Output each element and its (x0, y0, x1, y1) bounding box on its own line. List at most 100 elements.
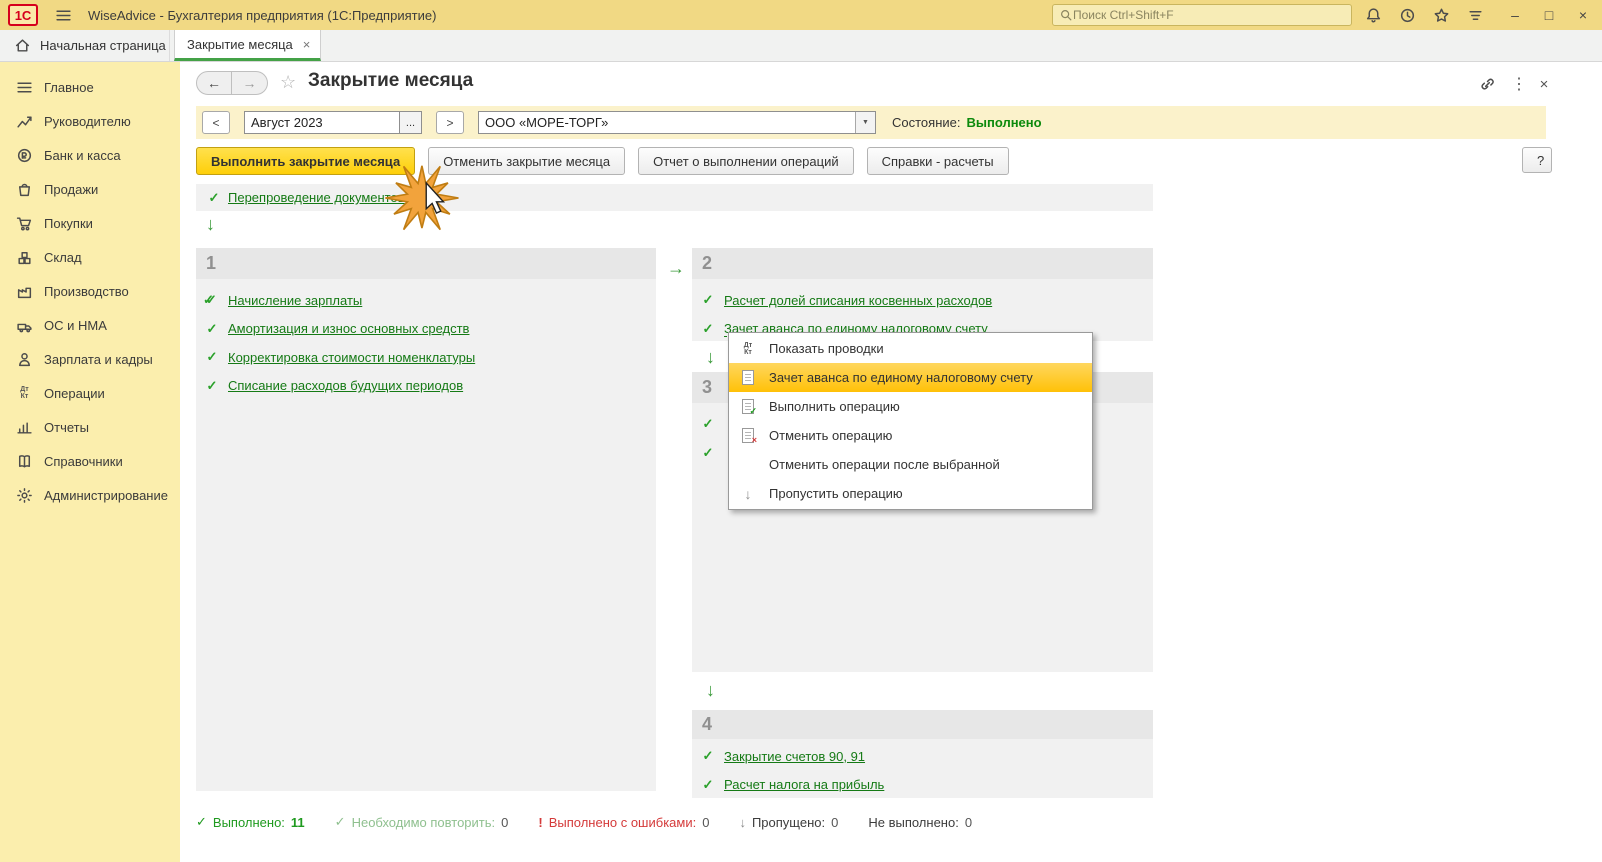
app-title: WiseAdvice - Бухгалтерия предприятия (1С… (88, 7, 437, 23)
menu-item-show-postings[interactable]: Дт Кт Показать проводки (729, 334, 1092, 363)
period-input[interactable] (244, 111, 400, 134)
period-picker-button[interactable]: ... (400, 111, 422, 134)
history-button[interactable] (1394, 3, 1420, 27)
operations-report-button[interactable]: Отчет о выполнении операций (638, 147, 854, 175)
document-icon (736, 370, 760, 385)
main-menu-icon[interactable] (52, 4, 74, 26)
sidebar-item-label: ОС и НМА (44, 317, 107, 333)
sidebar-item-hr[interactable]: Зарплата и кадры (0, 342, 180, 376)
sidebar-item-label: Покупки (44, 215, 93, 231)
operation-link[interactable]: Расчет налога на прибыль (724, 777, 884, 792)
bag-icon (18, 183, 31, 196)
operation-row: ✓ Амортизация и износ основных средств (196, 315, 656, 344)
sidebar-item-label: Главное (44, 79, 94, 95)
sidebar-item-label: Справочники (44, 453, 123, 469)
bar-chart-icon (17, 422, 32, 434)
help-button[interactable]: ? (1522, 147, 1552, 173)
operation-link[interactable]: Амортизация и износ основных средств (228, 321, 469, 336)
operation-link[interactable]: Начисление зарплаты (228, 293, 362, 308)
stage-rows: ✓✓ Начисление зарплаты ✓ Амортизация и и… (196, 279, 656, 400)
coin-icon (17, 148, 32, 162)
period-field-group: ... (244, 111, 422, 134)
dropdown-arrow-icon[interactable]: ▼ (855, 112, 875, 133)
sidebar-item-sales[interactable]: Продажи (0, 172, 180, 206)
status-not-done: Не выполнено: 0 (868, 815, 972, 830)
sidebar-item-bank-cash[interactable]: Банк и касса (0, 138, 180, 172)
operation-row: ✓ Списание расходов будущих периодов (196, 372, 656, 401)
reposting-link[interactable]: Перепроведение документов (228, 190, 405, 205)
operation-row: ✓✓ Начисление зарплаты (196, 286, 656, 315)
close-window-button[interactable]: × (1574, 7, 1592, 23)
status-label: Пропущено: (751, 814, 826, 830)
sidebar-item-label: Склад (44, 249, 82, 265)
results-status-bar: ✓ Выполнено: 11 ✓ Необходимо повторить: … (196, 814, 972, 830)
menu-item-cancel-after-selected[interactable]: Отменить операции после выбранной (729, 450, 1092, 479)
sidebar-item-reports[interactable]: Отчеты (0, 410, 180, 444)
organization-select[interactable]: ООО «МОРЕ-ТОРГ» ▼ (478, 111, 876, 134)
trend-chart-icon (17, 116, 32, 128)
state-value: Выполнено (966, 115, 1042, 130)
organization-value: ООО «МОРЕ-ТОРГ» (485, 115, 609, 130)
search-input[interactable] (1073, 8, 1345, 22)
minimize-button[interactable]: – (1506, 7, 1524, 23)
menu-item-label: Отменить операции после выбранной (769, 457, 1000, 472)
home-icon (15, 39, 30, 52)
menu-item-offset-advance[interactable]: Зачет аванса по единому налоговому счету (729, 363, 1092, 392)
sidebar-item-main[interactable]: Главное (0, 70, 180, 104)
sidebar-item-label: Зарплата и кадры (44, 351, 153, 367)
forward-button[interactable]: → (232, 71, 268, 95)
status-value: 0 (831, 814, 839, 830)
run-month-closing-button[interactable]: Выполнить закрытие месяца (196, 147, 416, 175)
sidebar-item-purchases[interactable]: Покупки (0, 206, 180, 240)
back-button[interactable]: ← (196, 71, 232, 95)
menu-item-skip-operation[interactable]: ↓ Пропустить операцию (729, 479, 1092, 508)
sidebar-item-fixed-assets[interactable]: ОС и НМА (0, 308, 180, 342)
notifications-button[interactable] (1360, 3, 1386, 27)
tab-month-closing[interactable]: Закрытие месяца × (174, 30, 322, 61)
tab-close-icon[interactable]: × (303, 37, 311, 52)
favorite-star-icon[interactable]: ☆ (280, 72, 296, 93)
menu-item-cancel-operation[interactable]: × Отменить операцию (729, 421, 1092, 450)
filter-lines-icon (1468, 10, 1482, 20)
next-period-button[interactable]: > (436, 111, 464, 134)
command-bar: Выполнить закрытие месяца Отменить закры… (196, 147, 1009, 175)
sidebar-item-warehouse[interactable]: Склад (0, 240, 180, 274)
operation-link[interactable]: Закрытие счетов 90, 91 (724, 749, 865, 764)
stage-number: 1 (196, 248, 656, 279)
status-label: Не выполнено: (868, 814, 959, 830)
sidebar-item-manager[interactable]: Руководителю (0, 104, 180, 138)
menu-item-run-operation[interactable]: ✓ Выполнить операцию (729, 392, 1092, 421)
global-search[interactable] (1052, 4, 1352, 26)
sidebar-item-references[interactable]: Справочники (0, 444, 180, 478)
check-icon: ✓ (196, 814, 207, 829)
calculations-references-button[interactable]: Справки - расчеты (866, 147, 1009, 175)
recent-button[interactable] (1462, 3, 1488, 27)
person-icon (18, 352, 31, 366)
more-actions-button[interactable]: ⋮ (1507, 73, 1531, 95)
list-icon (17, 82, 32, 92)
operation-link[interactable]: Расчет долей списания косвенных расходов (724, 293, 992, 308)
sidebar-item-operations[interactable]: Дт Кт Операции (0, 376, 180, 410)
prev-period-button[interactable]: < (202, 111, 230, 134)
machine-icon (17, 323, 32, 332)
run-operation-icon: ✓ (736, 399, 760, 416)
operation-link[interactable]: Списание расходов будущих периодов (228, 378, 463, 393)
cancel-month-closing-button[interactable]: Отменить закрытие месяца (428, 147, 626, 175)
home-tab-label: Начальная страница (40, 38, 166, 53)
active-tab-label: Закрытие месяца (187, 36, 293, 52)
close-form-button[interactable]: × (1532, 73, 1556, 95)
operation-link[interactable]: Корректировка стоимости номенклатуры (228, 350, 475, 365)
sidebar-item-production[interactable]: Производство (0, 274, 180, 308)
status-skipped: ↓ Пропущено: 0 (739, 815, 838, 830)
menu-item-label: Зачет аванса по единому налоговому счету (769, 370, 1033, 385)
maximize-button[interactable]: □ (1540, 7, 1558, 23)
sidebar-item-administration[interactable]: Администрирование (0, 478, 180, 512)
status-errors: ! Выполнено с ошибками: 0 (538, 815, 709, 830)
double-check-icon: ✓✓ (203, 292, 217, 308)
menu-item-label: Выполнить операцию (769, 399, 900, 414)
tab-home[interactable]: Начальная страница (0, 30, 170, 61)
flow-arrow-down-icon: ↓ (206, 214, 215, 234)
favorites-button[interactable] (1428, 3, 1454, 27)
get-link-button[interactable] (1475, 73, 1499, 95)
status-label: Необходимо повторить: (351, 814, 496, 830)
